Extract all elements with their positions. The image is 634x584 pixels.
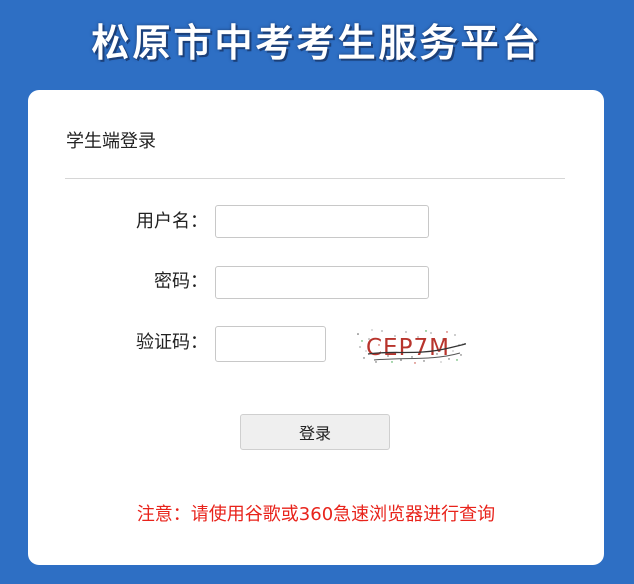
browser-notice: 注意：请使用谷歌或360急速浏览器进行查询 xyxy=(136,504,496,525)
captcha-label: 验证码： xyxy=(136,332,208,353)
username-input[interactable] xyxy=(215,205,429,238)
login-button[interactable]: 登录 xyxy=(240,414,390,450)
captcha-image[interactable]: CEP7M xyxy=(354,327,466,365)
password-input[interactable] xyxy=(215,266,429,299)
divider xyxy=(65,178,565,179)
username-label: 用户名： xyxy=(136,211,208,232)
login-card: 学生端登录 用户名： 密码： 验证码： CEP7M 登录 注意：请使用谷歌或36… xyxy=(28,90,604,565)
captcha-input[interactable] xyxy=(215,326,326,362)
password-label: 密码： xyxy=(154,271,208,292)
login-card-title: 学生端登录 xyxy=(66,131,156,152)
site-title: 松原市中考考生服务平台 xyxy=(91,21,543,65)
